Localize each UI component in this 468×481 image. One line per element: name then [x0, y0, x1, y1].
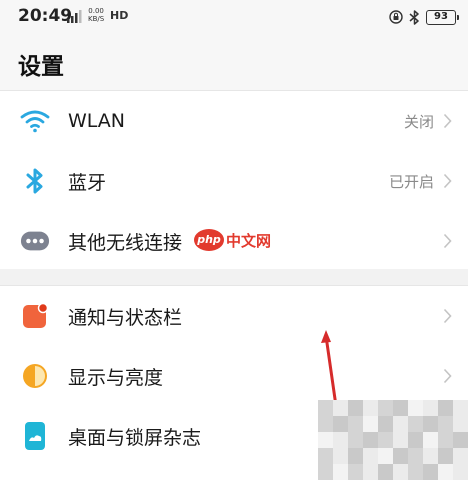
settings-item-display[interactable]: 显示与亮度 — [0, 346, 468, 406]
settings-item-wlan[interactable]: WLAN 关闭 — [0, 91, 468, 151]
bluetooth-label: 蓝牙 — [68, 171, 107, 194]
chevron-right-icon — [443, 113, 452, 129]
settings-item-bluetooth[interactable]: 蓝牙 已开启 — [0, 151, 468, 211]
rotation-lock-icon — [389, 10, 403, 24]
network-speed: 0.00 KB/S — [88, 7, 105, 23]
watermark: php 中文网 — [194, 229, 271, 251]
watermark-text: 中文网 — [226, 231, 272, 250]
signal-icon — [67, 10, 82, 23]
display-brightness-icon — [20, 361, 50, 391]
more-connections-icon — [20, 226, 50, 256]
other-connections-label: 其他无线连接 — [68, 231, 183, 254]
wifi-icon — [20, 106, 50, 136]
settings-header: 设置 — [0, 36, 468, 90]
hd-indicator: HD — [110, 9, 129, 22]
wlan-label: WLAN — [68, 110, 126, 132]
display-label: 显示与亮度 — [68, 366, 164, 389]
desktop-lockscreen-icon — [20, 421, 50, 451]
watermark-badge: php — [194, 229, 224, 251]
status-right: 93 — [389, 8, 459, 26]
notifications-label: 通知与状态栏 — [68, 306, 183, 329]
chevron-right-icon — [443, 308, 452, 324]
settings-item-notifications[interactable]: 通知与状态栏 — [0, 286, 468, 346]
page-title: 设置 — [18, 54, 64, 80]
battery-indicator: 93 — [426, 9, 459, 25]
notification-icon — [20, 301, 50, 331]
desktop-lockscreen-label: 桌面与锁屏杂志 — [68, 426, 202, 449]
blurred-region — [318, 400, 468, 480]
bluetooth-icon — [409, 9, 419, 25]
chevron-right-icon — [443, 368, 452, 384]
status-bar: 20:49 0.00 KB/S HD 93 — [0, 0, 468, 36]
status-time: 20:49 — [18, 6, 73, 26]
bluetooth-icon — [20, 166, 50, 196]
wlan-status: 关闭 — [403, 112, 434, 131]
bluetooth-status: 已开启 — [388, 172, 434, 191]
chevron-right-icon — [443, 173, 452, 189]
chevron-right-icon — [443, 233, 452, 249]
